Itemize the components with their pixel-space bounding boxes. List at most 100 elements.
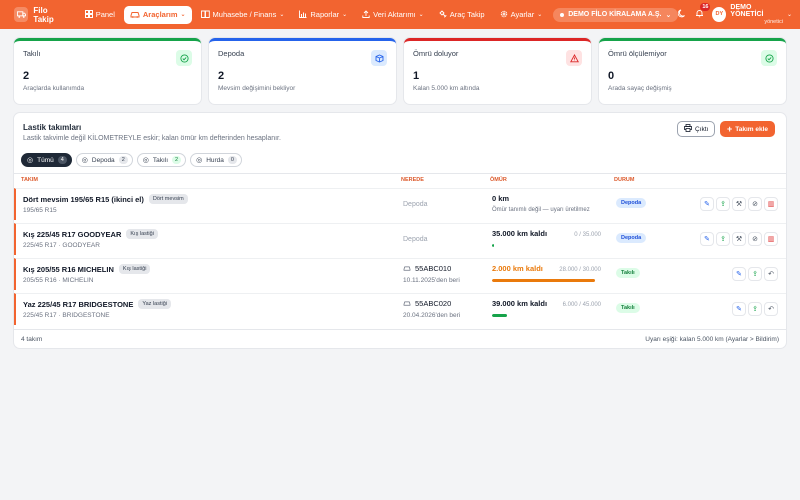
user-role: yönetici bbox=[764, 19, 783, 26]
nav-raporlar[interactable]: Raporlar ⌄ bbox=[293, 6, 353, 24]
mount-button[interactable]: ⇪ bbox=[716, 232, 730, 246]
retire-button[interactable]: ⊘ bbox=[748, 232, 762, 246]
paperclip-icon: ✎ bbox=[704, 236, 710, 243]
attach-button[interactable]: ✎ bbox=[732, 267, 746, 281]
upload-button[interactable]: ⇪ bbox=[748, 302, 762, 316]
tire-name: Kış 205/55 R16 MICHELIN bbox=[23, 264, 114, 274]
tire-location: Depoda bbox=[403, 201, 428, 208]
printer-icon bbox=[684, 124, 692, 134]
undo-icon: ↶ bbox=[768, 271, 774, 278]
trash-icon: ▥ bbox=[767, 201, 775, 208]
panel-description: Lastik takvimle değil KİLOMETREYLE eskir… bbox=[23, 135, 281, 142]
brand-name: Filo Takip bbox=[33, 5, 54, 24]
check-circle-icon bbox=[761, 50, 777, 66]
stat-label: Depoda bbox=[218, 49, 245, 58]
mounted-since: 20.04.2026'den beri bbox=[403, 312, 461, 319]
filter-takili[interactable]: ◎ Takılı 2 bbox=[136, 153, 187, 167]
add-tire-set-button[interactable]: + Takım ekle bbox=[720, 121, 776, 137]
table-row[interactable]: Kış 225/45 R17 GOODYEAR Kış lastiği 225/… bbox=[14, 223, 786, 255]
tire-name: Kış 225/45 R17 GOODYEAR bbox=[23, 229, 122, 239]
circle-icon: ◎ bbox=[81, 157, 88, 164]
tire-km-ratio: 6.000 / 45.000 bbox=[562, 302, 601, 308]
vehicle-plate[interactable]: 55ABC020 bbox=[403, 299, 451, 308]
tire-life: 35.000 km kaldı bbox=[492, 229, 548, 238]
life-progress-bar bbox=[492, 314, 602, 317]
unmount-button[interactable]: ↶ bbox=[764, 302, 778, 316]
chevron-down-icon: ⌄ bbox=[665, 11, 672, 19]
tire-life: 2.000 km kaldı bbox=[492, 264, 543, 273]
nav-veri-aktarimi[interactable]: Veri Aktarımı ⌄ bbox=[356, 6, 430, 24]
nav-arac-takip[interactable]: Araç Takip bbox=[433, 6, 491, 24]
satellite-icon bbox=[439, 9, 447, 20]
edit-button[interactable]: ⚒ bbox=[732, 197, 746, 211]
company-selector[interactable]: DEMO FİLO KİRALAMA A.Ş. ⌄ bbox=[553, 7, 679, 22]
chevron-down-icon: ⌄ bbox=[342, 12, 348, 18]
stat-value: 2 bbox=[218, 70, 225, 82]
nav-panel[interactable]: Panel bbox=[79, 6, 121, 24]
table-row[interactable]: Kış 205/55 R16 MICHELIN Kış lastiği 205/… bbox=[14, 258, 786, 290]
paperclip-icon: ✎ bbox=[704, 201, 710, 208]
mounted-since: 10.11.2025'den beri bbox=[403, 277, 460, 284]
stat-cards: Takılı 2 Araçlarda kullanımda Depoda 2 M… bbox=[14, 38, 786, 104]
filter-depoda[interactable]: ◎ Depoda 2 bbox=[75, 153, 133, 167]
upload-icon: ⇪ bbox=[720, 201, 726, 208]
tire-location: Depoda bbox=[403, 236, 428, 243]
brand[interactable]: Filo Takip bbox=[14, 6, 69, 24]
status-badge: Depoda bbox=[616, 233, 647, 243]
filter-label: Depoda bbox=[91, 156, 115, 164]
upload-icon bbox=[362, 9, 370, 20]
delete-button[interactable]: ▥ bbox=[764, 232, 778, 246]
status-badge: Depoda bbox=[616, 198, 647, 208]
car-icon bbox=[403, 264, 411, 273]
vehicle-plate[interactable]: 55ABC010 bbox=[403, 264, 451, 273]
col-name: TAKIM bbox=[21, 177, 39, 183]
mount-button[interactable]: ⇪ bbox=[716, 197, 730, 211]
filter-count: 0 bbox=[227, 156, 237, 164]
stat-sub: Araçlarda kullanımda bbox=[23, 85, 85, 92]
print-button[interactable]: Çıktı bbox=[677, 121, 716, 137]
stat-card-omru-doluyor: Ömrü doluyor 1 Kalan 5.000 km altında bbox=[404, 38, 591, 104]
nav-araclarim[interactable]: Araçlarım ⌄ bbox=[123, 5, 192, 24]
plus-icon: + bbox=[727, 124, 733, 134]
retire-button[interactable]: ⊘ bbox=[748, 197, 762, 211]
filter-label: Tümü bbox=[37, 156, 54, 164]
nav-araclarim-label: Araçlarım bbox=[142, 10, 178, 19]
upload-button[interactable]: ⇪ bbox=[748, 267, 762, 281]
status-badge: Takılı bbox=[616, 303, 640, 313]
circle-icon: ◎ bbox=[196, 157, 203, 164]
user-menu[interactable]: DY DEMO YÖNETİCİ yönetici ⌄ bbox=[712, 4, 792, 25]
notification-button[interactable]: 16 bbox=[695, 2, 711, 20]
filter-label: Takılı bbox=[152, 156, 169, 164]
nav-muhasebe[interactable]: Muhasebe / Finans ⌄ bbox=[195, 6, 291, 24]
nav-ayarlar[interactable]: Ayarlar ⌄ bbox=[494, 6, 549, 24]
unmount-button[interactable]: ↶ bbox=[764, 267, 778, 281]
row-count: 4 takım bbox=[21, 336, 43, 343]
warning-icon bbox=[566, 50, 582, 66]
edit-button[interactable]: ⚒ bbox=[732, 232, 746, 246]
moon-icon[interactable] bbox=[678, 9, 687, 20]
undo-icon: ↶ bbox=[768, 306, 774, 313]
trash-icon: ▥ bbox=[767, 236, 775, 243]
wrench-icon: ⚒ bbox=[735, 201, 743, 208]
table-row[interactable]: Dört mevsim 195/65 R15 (ikinci el) Dört … bbox=[14, 188, 786, 220]
stat-label: Takılı bbox=[23, 49, 41, 58]
tire-type-tag: Yaz lastiği bbox=[138, 299, 172, 309]
table-row[interactable]: Yaz 225/45 R17 BRIDGESTONE Yaz lastiği 2… bbox=[14, 293, 786, 325]
plate-text: 55ABC020 bbox=[415, 299, 452, 308]
ban-icon: ⊘ bbox=[752, 201, 758, 208]
chevron-down-icon: ⌄ bbox=[279, 12, 285, 18]
delete-button[interactable]: ▥ bbox=[764, 197, 778, 211]
attach-button[interactable]: ✎ bbox=[700, 197, 714, 211]
book-icon bbox=[200, 10, 210, 20]
table-footer: 4 takım Uyarı eşiği: kalan 5.000 km (Aya… bbox=[14, 329, 786, 348]
attach-button[interactable]: ✎ bbox=[732, 302, 746, 316]
attach-button[interactable]: ✎ bbox=[700, 232, 714, 246]
chevron-down-icon: ⌄ bbox=[418, 12, 424, 18]
circle-icon: ◎ bbox=[142, 157, 149, 164]
filter-all[interactable]: ◎ Tümü 4 bbox=[21, 153, 72, 167]
stat-sub: Mevsim değişimini bekliyor bbox=[218, 85, 296, 92]
bell-icon bbox=[695, 10, 704, 20]
filter-hurda[interactable]: ◎ Hurda 0 bbox=[190, 153, 242, 167]
nav-muhasebe-label: Muhasebe / Finans bbox=[212, 10, 277, 19]
tire-km-ratio: 0 / 35.000 bbox=[574, 232, 601, 238]
